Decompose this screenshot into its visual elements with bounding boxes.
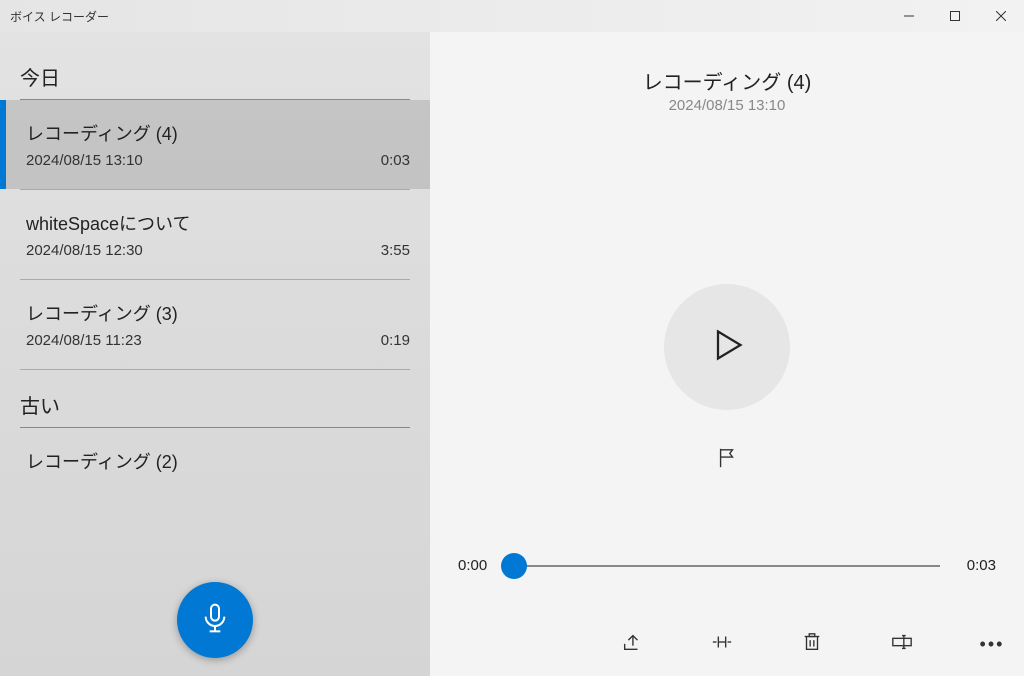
- more-button[interactable]: •••: [972, 624, 1012, 664]
- microphone-icon: [199, 602, 231, 639]
- trim-button[interactable]: [702, 624, 742, 664]
- recording-date: 2024/08/15 11:23: [26, 332, 142, 349]
- recording-item[interactable]: レコーディング (3) 2024/08/15 11:23 0:19: [0, 280, 430, 369]
- detail-title: レコーディング (4): [643, 66, 812, 95]
- add-marker-button[interactable]: [707, 440, 747, 480]
- recording-title: whiteSpaceについて: [26, 210, 410, 236]
- recording-list-sidebar: 今日 レコーディング (4) 2024/08/15 13:10 0:03 whi…: [0, 32, 430, 676]
- share-button[interactable]: [612, 624, 652, 664]
- close-button[interactable]: [978, 0, 1024, 32]
- titlebar: ボイス レコーダー: [0, 0, 1024, 32]
- section-header-today: 今日: [0, 32, 430, 99]
- detail-toolbar: •••: [430, 612, 1024, 676]
- play-button[interactable]: [664, 284, 790, 410]
- trash-icon: [801, 631, 823, 658]
- seek-track[interactable]: [514, 565, 940, 567]
- recording-item[interactable]: レコーディング (2): [0, 428, 430, 473]
- recording-title: レコーディング (3): [26, 300, 410, 326]
- minimize-button[interactable]: [886, 0, 932, 32]
- more-icon: •••: [974, 634, 1011, 655]
- recording-title: レコーディング (4): [26, 120, 410, 146]
- rename-button[interactable]: [882, 624, 922, 664]
- detail-date: 2024/08/15 13:10: [643, 97, 812, 114]
- window-controls: [886, 0, 1024, 32]
- flag-icon: [716, 447, 738, 474]
- maximize-button[interactable]: [932, 0, 978, 32]
- recording-item[interactable]: レコーディング (4) 2024/08/15 13:10 0:03: [0, 100, 430, 189]
- recording-title: レコーディング (2): [26, 448, 410, 473]
- window-title: ボイス レコーダー: [10, 8, 886, 25]
- recording-item[interactable]: whiteSpaceについて 2024/08/15 12:30 3:55: [0, 190, 430, 279]
- current-time: 0:00: [458, 557, 498, 574]
- recording-duration: 3:55: [381, 242, 410, 259]
- total-time: 0:03: [956, 557, 996, 574]
- trim-icon: [711, 631, 733, 658]
- rename-icon: [891, 631, 913, 658]
- recording-detail-pane: レコーディング (4) 2024/08/15 13:10 0:00: [430, 32, 1024, 676]
- section-header-old: 古い: [0, 370, 430, 427]
- play-icon: [709, 327, 745, 368]
- share-icon: [621, 631, 643, 658]
- recording-date: 2024/08/15 13:10: [26, 152, 143, 169]
- record-button[interactable]: [177, 582, 253, 658]
- recording-duration: 0:03: [381, 152, 410, 169]
- seek-thumb[interactable]: [501, 553, 527, 579]
- delete-button[interactable]: [792, 624, 832, 664]
- recording-date: 2024/08/15 12:30: [26, 242, 143, 259]
- recording-duration: 0:19: [381, 332, 410, 349]
- playback-timeline: 0:00 0:03: [430, 557, 1024, 574]
